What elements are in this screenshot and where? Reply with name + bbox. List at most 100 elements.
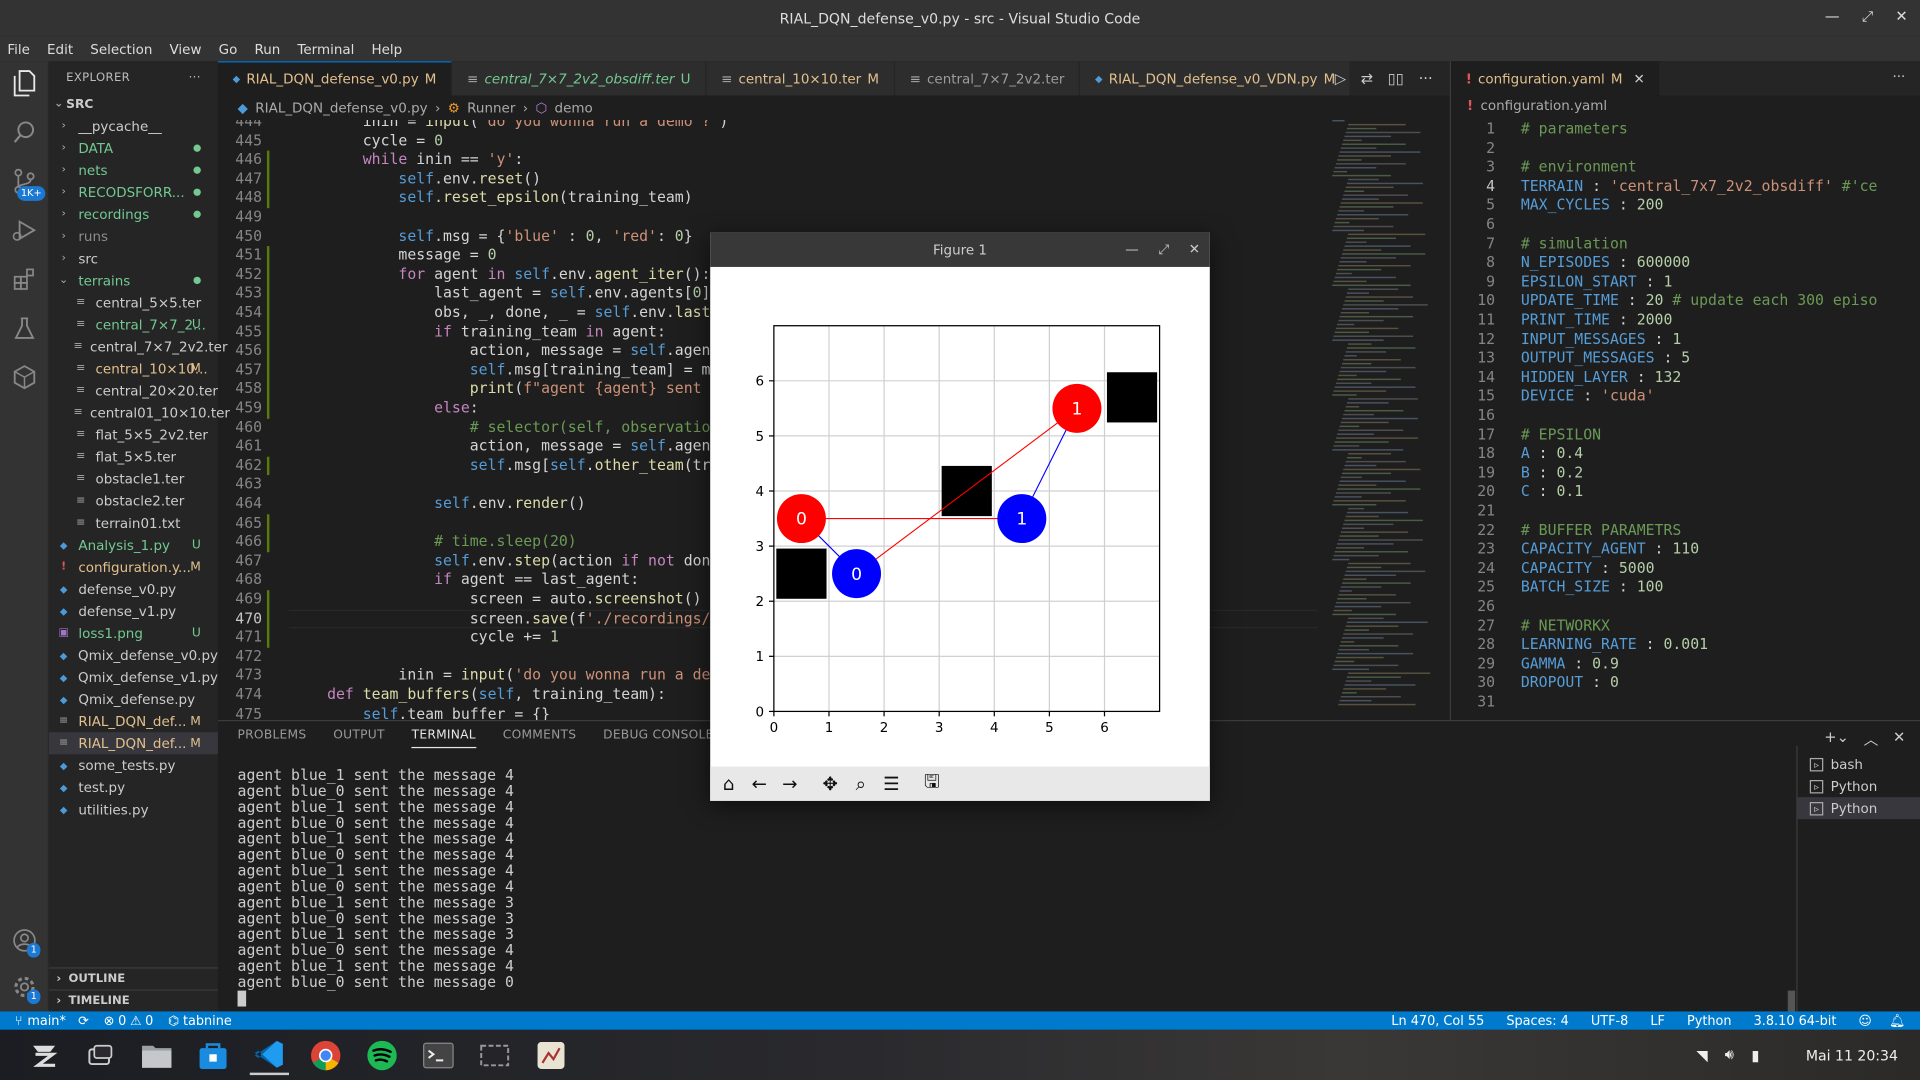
clock[interactable]: Mai 11 20:34 <box>1806 1046 1898 1063</box>
forward-arrow-icon[interactable]: → <box>776 770 803 797</box>
folder-item[interactable]: ⌄ terrains <box>49 269 218 291</box>
maximize-panel-icon[interactable]: ︿ <box>1864 729 1879 750</box>
yaml-line[interactable]: N_EPISODES : 600000 <box>1521 254 1690 273</box>
yaml-line[interactable]: DROPOUT : 0 <box>1521 674 1619 693</box>
folder-item[interactable]: › DATA <box>49 137 218 159</box>
minimize-icon[interactable]: — <box>1825 7 1840 25</box>
code-line[interactable]: self.env.step(action if not done e <box>291 552 737 571</box>
more-actions-icon[interactable]: ··· <box>189 70 201 83</box>
menu-file[interactable]: File <box>7 41 30 57</box>
yaml-line[interactable]: UPDATE_TIME : 20 # update each 300 episo <box>1521 292 1878 311</box>
feedback-icon[interactable]: ☺ <box>1858 1013 1871 1028</box>
menu-terminal[interactable]: Terminal <box>297 41 354 57</box>
yaml-line[interactable]: LEARNING_RATE : 0.001 <box>1521 636 1708 655</box>
code-line[interactable]: self.team_buffer = {} <box>291 705 550 720</box>
files-icon[interactable] <box>137 1035 176 1074</box>
extensions-icon[interactable] <box>10 264 39 293</box>
yaml-breadcrumb-file[interactable]: configuration.yaml <box>1480 98 1607 114</box>
terminal-output[interactable]: agent blue_1 sent the message 4 agent blu… <box>238 767 514 991</box>
code-line[interactable]: # selector(self, observation, e <box>291 418 746 437</box>
save-icon[interactable]: 🖫︎ <box>918 770 945 797</box>
menu-run[interactable]: Run <box>254 41 280 57</box>
code-line[interactable]: print(f"agent {agent} sent the <box>291 380 737 399</box>
accounts-icon[interactable]: 1 <box>10 926 41 958</box>
code-line[interactable]: self.msg = {'blue' : 0, 'red': 0} <box>291 227 692 246</box>
code-line[interactable]: cycle = 0 <box>291 132 443 151</box>
code-line[interactable]: cycle += 1 <box>291 628 559 647</box>
menu-help[interactable]: Help <box>372 41 403 57</box>
code-line[interactable]: screen.save(f'./recordings/Ter <box>291 609 737 628</box>
language-mode[interactable]: Python <box>1687 1013 1732 1028</box>
file-item[interactable]: ◆ Analysis_1.py U <box>49 534 218 556</box>
testing-icon[interactable] <box>10 313 39 342</box>
more-actions-icon[interactable]: ··· <box>1892 69 1905 85</box>
code-line[interactable]: if training_team in agent: <box>291 323 666 342</box>
code-line[interactable]: inin = input('do you wonna run a demo ?'… <box>291 120 729 132</box>
run-debug-icon[interactable] <box>10 216 39 245</box>
yaml-line[interactable]: OUTPUT_MESSAGES : 5 <box>1521 349 1690 368</box>
source-control-icon[interactable]: 1K+ <box>10 167 46 201</box>
file-item[interactable]: ≡ flat_5×5_2v2.ter <box>49 424 218 446</box>
yaml-line[interactable]: DEVICE : 'cuda' <box>1521 387 1655 406</box>
terminal-instance[interactable]: ▹ Python <box>1797 797 1920 820</box>
cursor-position[interactable]: Ln 470, Col 55 <box>1391 1013 1484 1028</box>
close-icon[interactable]: ✕ <box>1634 70 1645 86</box>
tab-central-10-10-ter[interactable]: ≡ central_10×10.ter M <box>706 61 895 96</box>
panel-tab-problems[interactable]: PROBLEMS <box>238 729 307 749</box>
panel-tab-comments[interactable]: COMMENTS <box>503 729 576 749</box>
end-of-line[interactable]: LF <box>1650 1013 1665 1028</box>
minimize-icon[interactable]: — <box>1125 241 1138 258</box>
menu-go[interactable]: Go <box>219 41 238 57</box>
menu-selection[interactable]: Selection <box>90 41 152 57</box>
file-item[interactable]: ≡ obstacle2.ter <box>49 490 218 512</box>
code-line[interactable]: self.env.reset() <box>291 170 541 189</box>
file-item[interactable]: ≡ central_5×5.ter <box>49 291 218 313</box>
screenshot-app-icon[interactable] <box>475 1035 514 1074</box>
file-item[interactable]: ◆ test.py <box>49 776 218 798</box>
code-line[interactable]: action, message = self.agents[a <box>291 342 746 361</box>
file-item[interactable]: ! configuration.y... M <box>49 556 218 578</box>
yaml-line[interactable]: EPSILON_START : 1 <box>1521 273 1673 292</box>
python-figure-app-icon[interactable] <box>531 1035 570 1074</box>
home-icon[interactable]: ⌂ <box>715 770 742 797</box>
more-actions-icon[interactable]: ··· <box>1419 70 1433 87</box>
code-line[interactable]: screen = auto.screenshot() <box>291 590 702 609</box>
figure-titlebar[interactable]: Figure 1 — ⤢ ✕ <box>710 232 1210 267</box>
yaml-line[interactable]: # environment <box>1521 158 1637 177</box>
indentation[interactable]: Spaces: 4 <box>1506 1013 1568 1028</box>
file-item[interactable]: ≡ RIAL_DQN_def... M <box>49 710 218 732</box>
menu-view[interactable]: View <box>170 41 202 57</box>
folder-item[interactable]: › runs <box>49 225 218 247</box>
yaml-line[interactable]: A : 0.4 <box>1521 445 1583 464</box>
code-line[interactable]: # time.sleep(20) <box>291 533 577 552</box>
folder-item[interactable]: › nets <box>49 159 218 181</box>
close-icon[interactable]: ✕ <box>1895 7 1907 25</box>
yaml-line[interactable]: CAPACITY : 5000 <box>1521 559 1655 578</box>
close-icon[interactable]: ✕ <box>1189 241 1200 258</box>
panel-tab-output[interactable]: OUTPUT <box>333 729 384 749</box>
yaml-line[interactable]: # BUFFER PARAMETRS <box>1521 521 1681 540</box>
sync-icon[interactable]: ⟳ <box>78 1013 89 1028</box>
file-item[interactable]: ≡ obstacle1.ter <box>49 468 218 490</box>
terminal-instance[interactable]: ▹ bash <box>1798 753 1920 775</box>
yaml-line[interactable]: INPUT_MESSAGES : 1 <box>1521 330 1681 349</box>
file-item[interactable]: ◆ some_tests.py <box>49 754 218 776</box>
folder-item[interactable]: › RECODSFORR... <box>49 181 218 203</box>
file-item[interactable]: ≡ central_7×7_2... U <box>49 313 218 335</box>
chrome-icon[interactable] <box>306 1035 345 1074</box>
folder-item[interactable]: › __pycache__ <box>49 115 218 137</box>
yaml-line[interactable]: CAPACITY_AGENT : 110 <box>1521 540 1699 559</box>
zorin-menu-icon[interactable] <box>24 1035 63 1074</box>
file-item[interactable]: ◆ defense_v1.py <box>49 600 218 622</box>
timeline-section[interactable]: › TIMELINE <box>48 989 218 1011</box>
yaml-line[interactable]: GAMMA : 0.9 <box>1521 655 1619 674</box>
breadcrumb-file[interactable]: RIAL_DQN_defense_v0.py <box>255 100 427 116</box>
file-item[interactable]: ▣ loss1.png U <box>49 622 218 644</box>
panel-tab-debug-console[interactable]: DEBUG CONSOLE <box>603 729 713 749</box>
file-item[interactable]: ◆ Qmix_defense_v1.py <box>49 666 218 688</box>
new-terminal-icon[interactable]: +⌄ <box>1824 729 1849 750</box>
code-line[interactable]: self.msg[self.other_team(train <box>291 456 737 475</box>
breadcrumb-method[interactable]: demo <box>555 100 593 116</box>
terminal-app-icon[interactable] <box>419 1035 458 1074</box>
code-line[interactable]: if agent == last_agent: <box>291 571 639 590</box>
